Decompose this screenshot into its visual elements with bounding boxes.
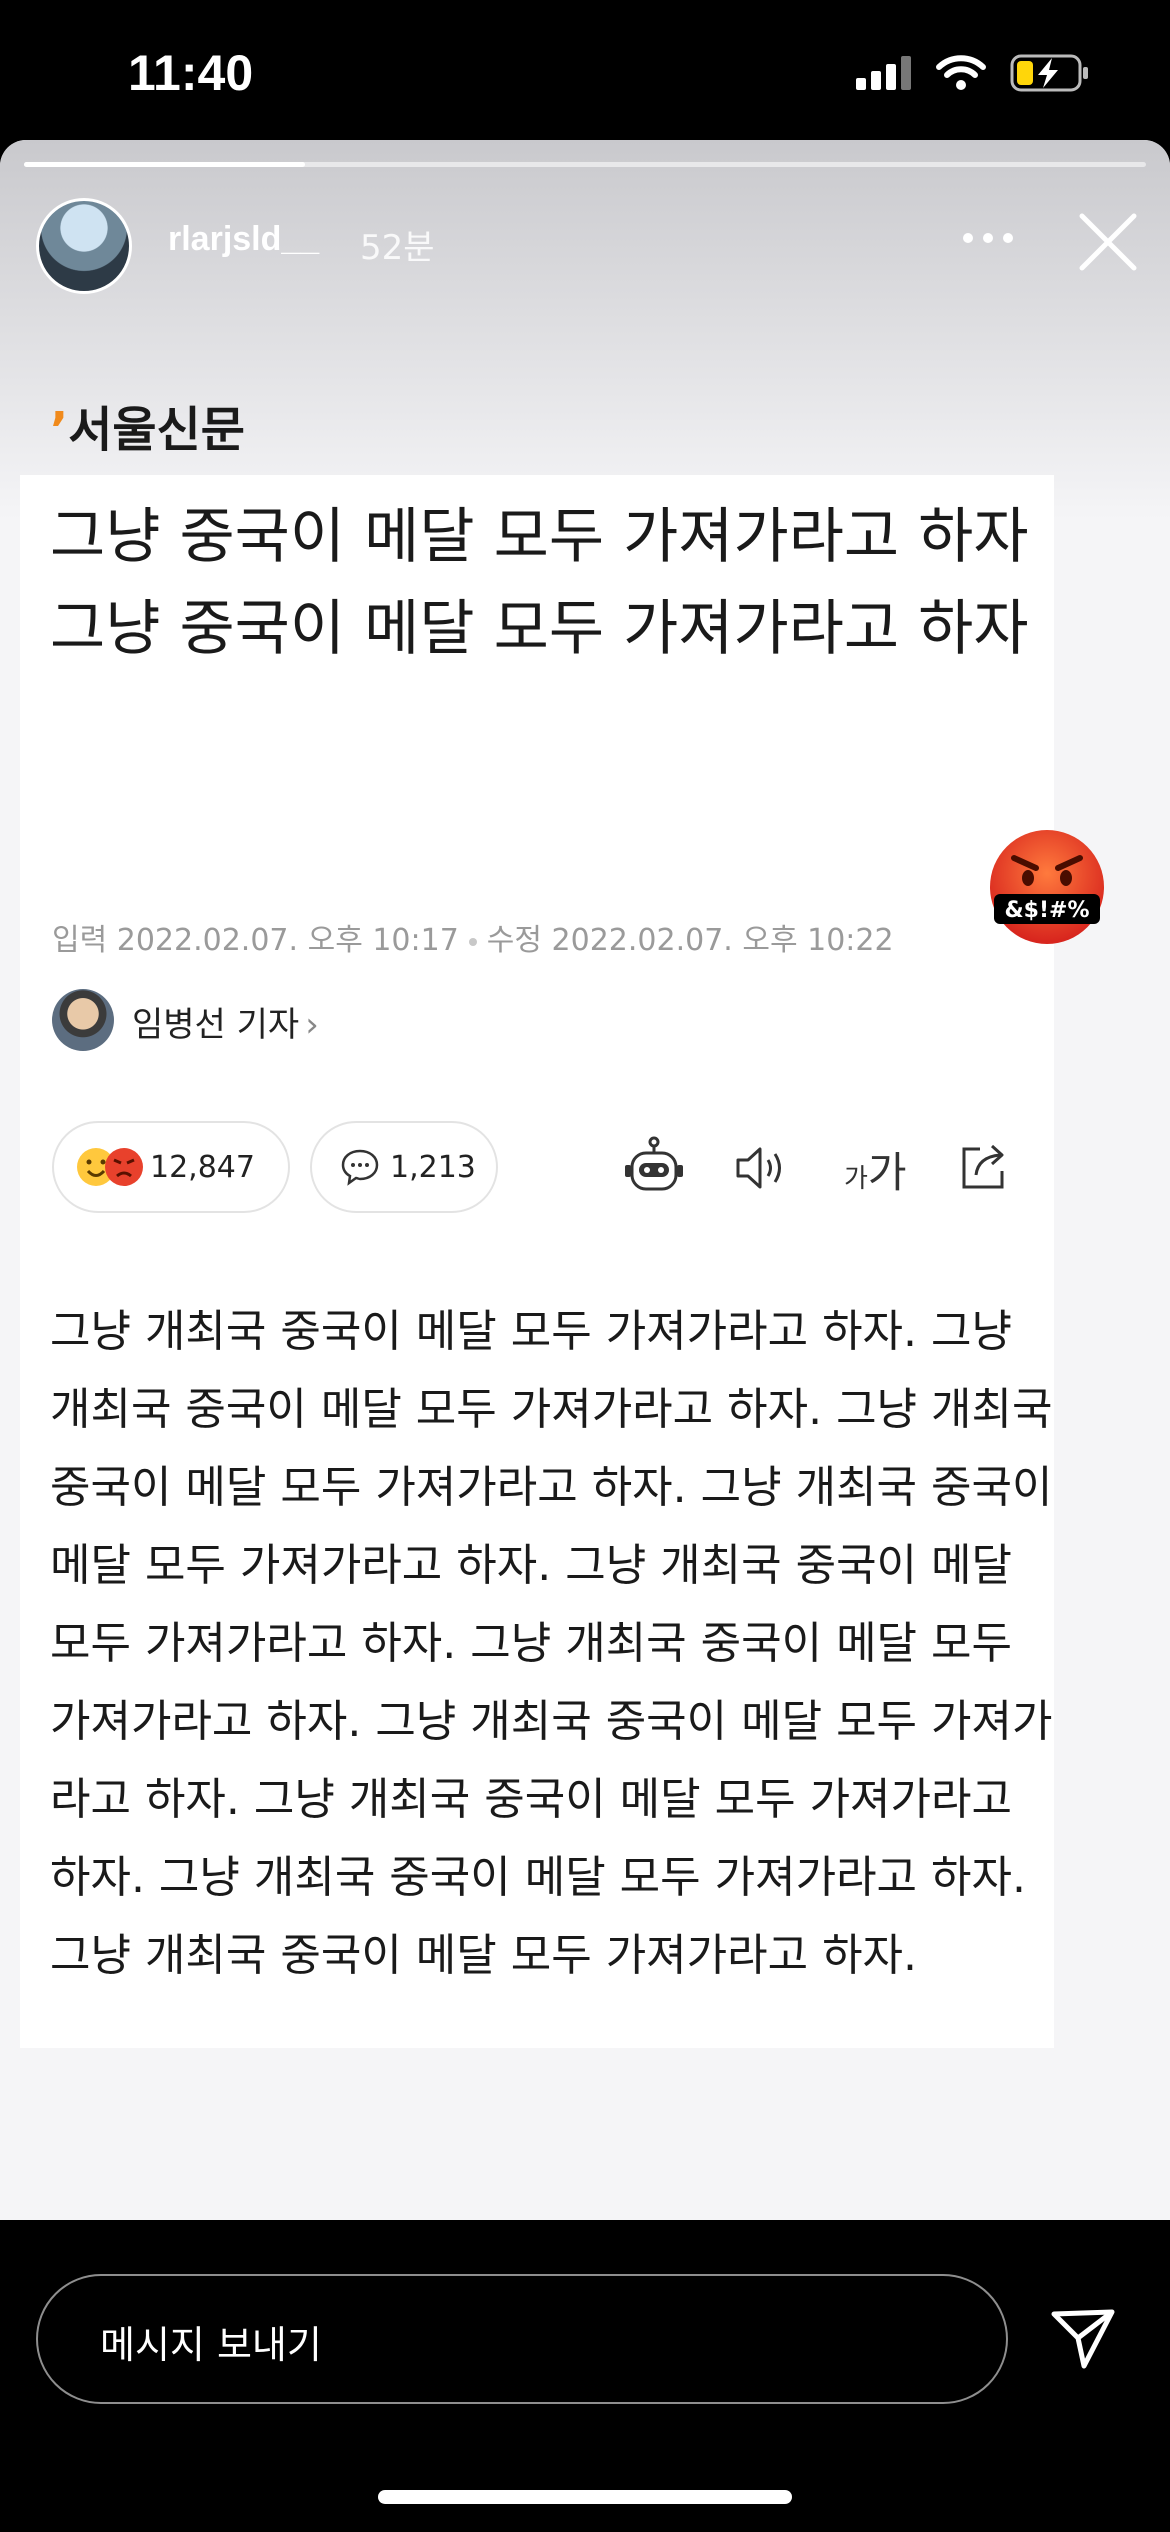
edit-date: 2022.02.07. 오후 10:22 bbox=[551, 923, 894, 958]
reaction-count: 12,847 bbox=[150, 1149, 255, 1185]
article-meta: 입력 2022.02.07. 오후 10:17 수정 2022.02.07. 오후… bbox=[52, 915, 894, 959]
close-icon[interactable] bbox=[1076, 210, 1140, 274]
reporter-avatar[interactable] bbox=[52, 989, 114, 1051]
publisher-logo: ’서울신문 bbox=[50, 390, 245, 460]
reporter-name: 임병선 기자 bbox=[132, 1005, 300, 1045]
send-icon[interactable] bbox=[1050, 2304, 1116, 2370]
wifi-icon bbox=[936, 55, 986, 90]
article-headline: 그냥 중국이 메달 모두 가져가라고 하자 그냥 중국이 메달 모두 가져가라고… bbox=[50, 502, 1029, 664]
sticker-text: &$!#% bbox=[1004, 898, 1089, 923]
story-header-gradient bbox=[0, 140, 1170, 520]
reaction-button[interactable]: 12,847 bbox=[52, 1121, 290, 1213]
battery-charging-icon bbox=[1010, 54, 1088, 92]
reporter-link[interactable]: 임병선 기자 › bbox=[132, 997, 319, 1046]
message-input[interactable]: 메시지 보내기 bbox=[36, 2274, 1008, 2404]
message-placeholder: 메시지 보내기 bbox=[100, 2323, 322, 2367]
status-bar: 11:40 bbox=[0, 0, 1170, 140]
speaker-icon[interactable] bbox=[732, 1139, 790, 1197]
cellular-signal-icon bbox=[856, 56, 911, 90]
share-icon[interactable] bbox=[956, 1137, 1014, 1195]
user-avatar[interactable] bbox=[36, 198, 132, 294]
comment-button[interactable]: 1,213 bbox=[310, 1121, 498, 1213]
article-body: 그냥 개최국 중국이 메달 모두 가져가라고 하자. 그냥 개최국 중국이 메달… bbox=[50, 1306, 1053, 1981]
edit-label: 수정 bbox=[486, 923, 542, 958]
meta-separator bbox=[468, 937, 477, 946]
story-progress-bar bbox=[24, 162, 1146, 167]
cursing-face-emoji-sticker[interactable]: &$!#% bbox=[988, 828, 1106, 946]
status-time: 11:40 bbox=[128, 45, 254, 101]
robot-summary-icon[interactable] bbox=[622, 1135, 686, 1199]
input-date: 2022.02.07. 오후 10:17 bbox=[116, 923, 459, 958]
story-time-ago: 52분 bbox=[360, 228, 435, 268]
logo-mark: ’ bbox=[50, 402, 69, 458]
font-size-button[interactable]: 가가 bbox=[844, 1139, 907, 1200]
article-card: 그냥 중국이 메달 모두 가져가라고 하자 그냥 중국이 메달 모두 가져가라고… bbox=[20, 475, 1054, 2048]
story-view[interactable]: rlarjsld__ 52분 ’서울신문 그냥 중국이 메달 모두 가져가라고 … bbox=[0, 140, 1170, 2220]
font-size-label-large: 가 bbox=[867, 1148, 907, 1197]
font-size-label-small: 가 bbox=[844, 1164, 868, 1194]
comment-count: 1,213 bbox=[390, 1149, 476, 1185]
chevron-right-icon: › bbox=[305, 1005, 319, 1045]
story-progress-fill bbox=[24, 162, 305, 167]
status-icons bbox=[856, 54, 1090, 92]
home-indicator bbox=[378, 2490, 792, 2504]
story-username[interactable]: rlarjsld__ bbox=[168, 220, 319, 259]
comment-icon bbox=[341, 1149, 379, 1186]
publisher-name: 서울신문 bbox=[68, 402, 245, 458]
input-label: 입력 bbox=[52, 923, 108, 958]
angry-emoji-icon bbox=[105, 1148, 143, 1186]
more-options-icon[interactable] bbox=[958, 218, 1018, 258]
